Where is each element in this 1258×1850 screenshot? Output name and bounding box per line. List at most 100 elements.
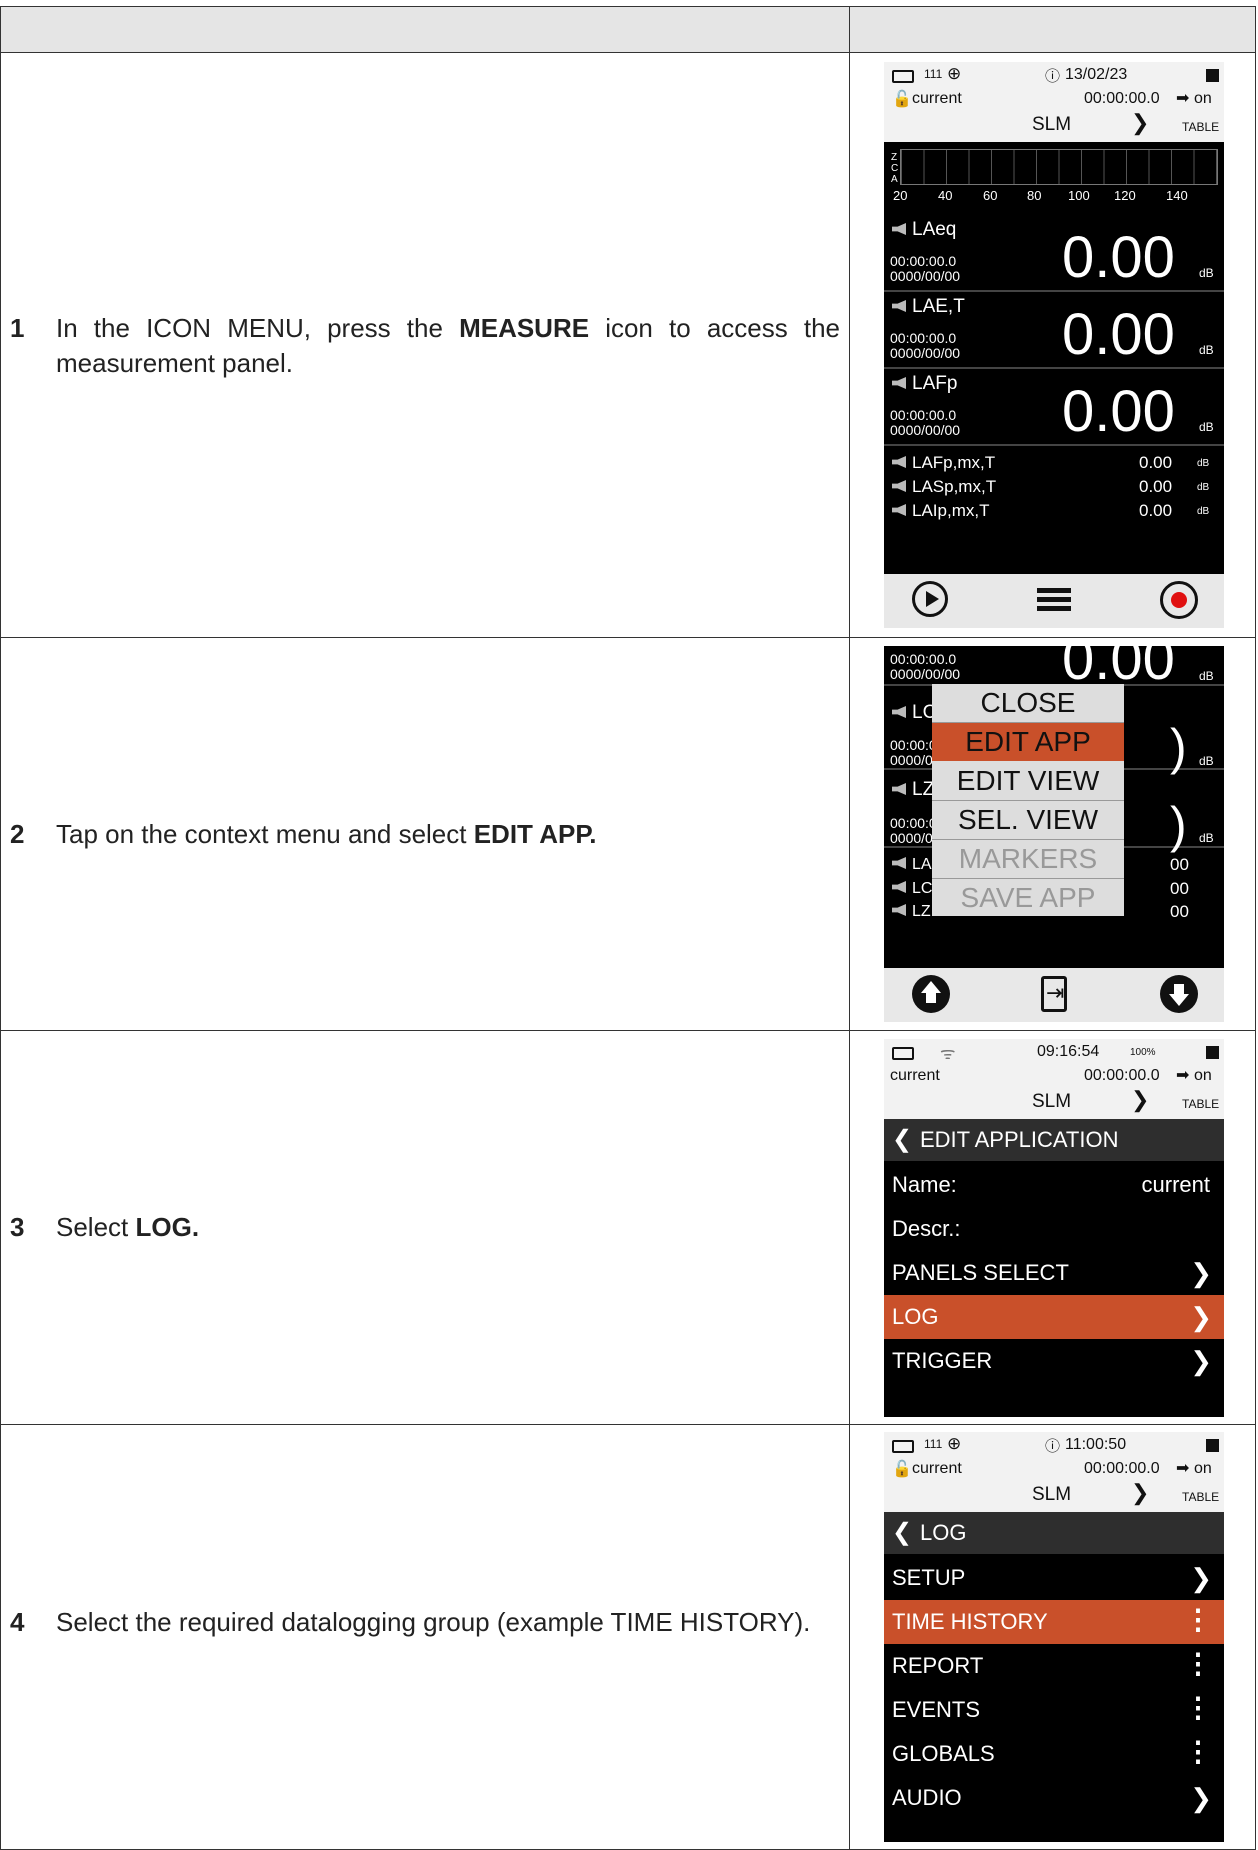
row-divider xyxy=(0,52,1256,53)
small-measurement-name: LASp,mx,T xyxy=(892,477,996,497)
chevron-right-icon[interactable]: ❯ xyxy=(1131,1480,1149,1506)
menu-item-label: LOG xyxy=(892,1304,939,1329)
battery-percent: 100% xyxy=(1130,1047,1156,1058)
small-measurements: LAFp,mx,T 0.00 dB LASp,mx,T 0.00 dB LAIp… xyxy=(884,452,1224,526)
small-measurement-row[interactable]: LAFp,mx,T 0.00 dB xyxy=(884,452,1224,476)
record-button[interactable] xyxy=(1160,581,1198,619)
screenshot-edit-application: ᯤ 09:16:54 100% current 00:00:00.0 ➡ on … xyxy=(884,1039,1224,1417)
mode-label[interactable]: SLM xyxy=(1032,1091,1071,1113)
screenshot-measure-panel: 111 ⊕ ⓘ 13/02/23 🔓 current 00:00:00.0 ➡ … xyxy=(884,62,1224,628)
menu-item-label: AUDIO xyxy=(892,1785,962,1810)
scale-tick: 120 xyxy=(1114,188,1136,203)
menu-item-panels-select[interactable]: PANELS SELECT ❯ xyxy=(884,1251,1224,1295)
small-measurement-unit: dB xyxy=(1197,506,1210,517)
step-number: 4 xyxy=(10,1607,25,1637)
measurement-value: 0.00 xyxy=(1062,225,1175,290)
menu-item-setup[interactable]: SETUP ❯ xyxy=(884,1556,1224,1600)
name-row[interactable]: Name: current xyxy=(884,1163,1224,1207)
menu-item-save-app: SAVE APP xyxy=(960,882,1096,913)
chevron-right-icon[interactable]: ❯ xyxy=(1131,1087,1149,1113)
measurement-date: 0000/00/00 xyxy=(890,268,961,284)
step-keyword: EDIT APP. xyxy=(473,819,597,849)
measurement-unit: dB xyxy=(1199,420,1214,434)
menu-item-log[interactable]: LOG ❯ xyxy=(884,1295,1224,1339)
speaker-icon xyxy=(892,377,906,389)
back-icon[interactable]: ❮ xyxy=(892,1512,912,1554)
measurement-name: LAeq xyxy=(892,219,956,241)
menu-item-label: REPORT xyxy=(892,1653,984,1678)
table-label[interactable]: TABLE xyxy=(1182,1490,1219,1504)
menu-item-events[interactable]: EVENTS ⋮ xyxy=(884,1688,1224,1732)
gps-icon: ⊕ xyxy=(947,64,962,83)
measurement-time: 00:00:00.0 xyxy=(890,651,957,667)
measurement-unit: dB xyxy=(1199,754,1214,768)
description-row[interactable]: Descr.: xyxy=(884,1207,1224,1251)
menu-item-markers: MARKERS xyxy=(932,840,1124,879)
mode-label[interactable]: SLM xyxy=(1032,114,1071,136)
measurement-date: 0000/00/00 xyxy=(890,422,961,438)
menu-item-time-history[interactable]: TIME HISTORY ⋮ xyxy=(884,1600,1224,1644)
step-number: 2 xyxy=(10,819,25,849)
step-number: 3 xyxy=(10,1212,25,1242)
measurement-time: 00:00:00.0 xyxy=(890,253,957,269)
small-measurement-row[interactable]: LAIp,mx,T 0.00 dB xyxy=(884,500,1224,524)
measurement-name: LAE,T xyxy=(892,296,965,318)
status-clock: 11:00:50 xyxy=(1065,1436,1127,1453)
measurement-unit: dB xyxy=(1199,831,1214,845)
speaker-icon xyxy=(892,480,906,492)
menu-item-report[interactable]: REPORT ⋮ xyxy=(884,1644,1224,1688)
menu-item-edit-view[interactable]: EDIT VIEW xyxy=(932,762,1124,801)
measurement-date: 0000/00/00 xyxy=(890,345,961,361)
partial-value-glyph: ) xyxy=(1170,797,1187,853)
measurement-name: LZ xyxy=(892,779,934,801)
chevron-right-icon[interactable]: ❯ xyxy=(1131,110,1149,136)
table-label[interactable]: TABLE xyxy=(1182,120,1219,134)
chevron-right-icon: ❯ xyxy=(1190,1258,1212,1288)
elapsed-timer: 00:00:00.0 xyxy=(1084,1460,1160,1477)
menu-item-close[interactable]: CLOSE xyxy=(932,684,1124,723)
measurement-block[interactable]: LAeq 00:00:00.0 0000/00/00 0.00 dB xyxy=(884,214,1224,292)
step-text: Select the required datalogging group (e… xyxy=(56,1607,811,1637)
back-icon[interactable]: ❮ xyxy=(892,1119,912,1161)
screen-header[interactable]: ❮ LOG xyxy=(884,1512,1224,1554)
menu-button[interactable] xyxy=(1037,588,1071,612)
screen-header[interactable]: ❮ EDIT APPLICATION xyxy=(884,1119,1224,1161)
scroll-down-button[interactable] xyxy=(1160,975,1198,1013)
measurement-block[interactable]: LAE,T 00:00:00.0 0000/00/00 0.00 dB xyxy=(884,291,1224,369)
speaker-icon xyxy=(892,223,906,235)
small-measurement-row[interactable]: LASp,mx,T 0.00 dB xyxy=(884,476,1224,500)
more-options-icon[interactable]: ⋮ xyxy=(1184,1732,1212,1772)
table-label[interactable]: TABLE xyxy=(1182,1097,1219,1111)
more-options-icon[interactable]: ⋮ xyxy=(1184,1644,1212,1684)
speaker-icon xyxy=(892,904,906,916)
menu-item-sel-view[interactable]: SEL. VIEW xyxy=(932,801,1124,840)
measurement-time: 00:00:00.0 xyxy=(890,330,957,346)
speaker-icon xyxy=(892,300,906,312)
small-measurement-value: 0.00 xyxy=(1139,453,1173,472)
play-button[interactable] xyxy=(912,581,948,617)
unlock-icon: 🔓 xyxy=(892,91,912,108)
scroll-up-button[interactable] xyxy=(912,975,950,1013)
measurement-date: 0000/00/00 xyxy=(890,666,961,682)
scale-letter: C xyxy=(891,163,899,174)
menu-item-globals[interactable]: GLOBALS ⋮ xyxy=(884,1732,1224,1776)
menu-item-trigger[interactable]: TRIGGER ❯ xyxy=(884,1339,1224,1383)
elapsed-timer: 00:00:00.0 xyxy=(1084,1067,1160,1084)
measurement-name: LC xyxy=(892,702,936,724)
measurement-value: 0.00 xyxy=(1062,379,1175,444)
column-divider xyxy=(849,6,850,1850)
status-clock: 09:16:54 xyxy=(1037,1043,1100,1060)
more-options-icon[interactable]: ⋮ xyxy=(1184,1688,1212,1728)
more-options-icon[interactable]: ⋮ xyxy=(1184,1600,1212,1640)
measurement-unit: dB xyxy=(1199,669,1214,683)
unlock-icon: 🔓 xyxy=(892,1461,912,1478)
enter-button[interactable]: ⇥ xyxy=(1041,976,1067,1012)
measurement-name: LAFp xyxy=(892,373,957,395)
mode-label[interactable]: SLM xyxy=(1032,1484,1071,1506)
menu-item-audio[interactable]: AUDIO ❯ xyxy=(884,1776,1224,1820)
context-menu: CLOSE EDIT APP EDIT VIEW SEL. VIEW MARKE… xyxy=(932,684,1124,916)
measurement-block[interactable]: LAFp 00:00:00.0 0000/00/00 0.00 dB xyxy=(884,368,1224,446)
step-1: 1 In the ICON MENU, press the MEASURE ic… xyxy=(10,311,840,381)
menu-item-edit-app[interactable]: EDIT APP xyxy=(932,723,1124,761)
small-measurement-name: LZ xyxy=(892,903,931,921)
